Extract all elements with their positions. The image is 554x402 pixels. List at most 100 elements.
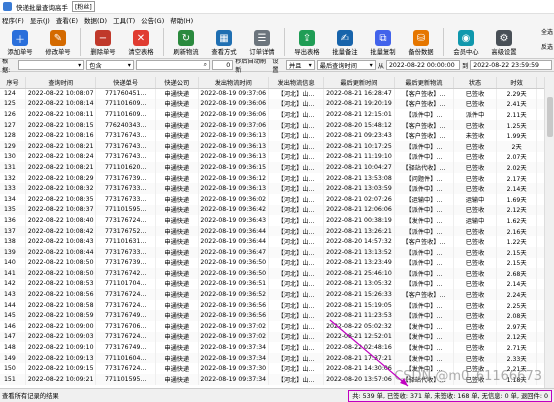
- table-row[interactable]: 137 2022-08-22 10:08:42 773176752... 申通快递 20…: [0, 225, 554, 237]
- toolbar-button-11[interactable]: ◉ 会员中心: [448, 30, 484, 56]
- toolbar-button-2[interactable]: − 删除单号: [85, 30, 121, 56]
- toolbar-button-8[interactable]: ✍ 批量备注: [327, 30, 363, 56]
- column-header[interactable]: 时效: [496, 77, 538, 89]
- column-header[interactable]: 快递公司: [155, 77, 199, 89]
- menu-display[interactable]: 显示(J): [30, 15, 50, 25]
- table-cell: 【驿站代收】...: [394, 162, 455, 173]
- invert-selection-button[interactable]: 反选: [541, 42, 553, 51]
- table-cell: 【派件中】...: [394, 278, 455, 290]
- filter-field-select[interactable]: ▾: [17, 60, 85, 70]
- app-icon: [3, 2, 12, 11]
- table-row[interactable]: 124 2022-08-22 10:08:07 771760451... 申通快递 20…: [0, 88, 554, 99]
- table-row[interactable]: 135 2022-08-22 10:08:37 771101595... 申通快递 20…: [0, 204, 554, 216]
- export-icon: ⇪: [299, 30, 315, 46]
- table-cell: 134: [0, 193, 27, 205]
- time-field-select[interactable]: 最后查询时间 ▾: [316, 60, 376, 70]
- refresh-seconds-input[interactable]: 0: [212, 60, 234, 70]
- table-row[interactable]: 149 2022-08-22 10:09:13 771101604... 申通快递 20…: [0, 352, 554, 364]
- table-cell: 【客户签收】...: [394, 236, 455, 247]
- table-row[interactable]: 148 2022-08-22 10:09:10 773176749... 申通快递 20…: [0, 342, 554, 353]
- toolbar-button-10[interactable]: ⛁ 备份数据: [403, 30, 439, 56]
- chevron-down-icon: ▾: [127, 61, 131, 69]
- menu-notice[interactable]: 公告(G): [141, 15, 164, 25]
- table-row[interactable]: 132 2022-08-22 10:08:29 773176739... 申通快递 20…: [0, 172, 554, 184]
- table-row[interactable]: 140 2022-08-22 10:08:50 773176739... 申通快递 20…: [0, 257, 554, 269]
- table-cell: 2022-08-19 09:36:51: [198, 278, 269, 290]
- table-cell: 2022-08-21 19:20:19: [323, 98, 395, 110]
- table-cell: 126: [0, 109, 27, 120]
- table-row[interactable]: 142 2022-08-22 10:08:53 771101704... 申通快递 20…: [0, 278, 554, 290]
- table-cell: 【河北】山...: [268, 225, 325, 237]
- table-row[interactable]: 128 2022-08-22 10:08:16 773176743... 申通快递 20…: [0, 130, 554, 141]
- table-cell: 2.12天: [496, 331, 538, 343]
- table-cell: 773176733...: [95, 183, 156, 194]
- scrollbar-thumb[interactable]: [547, 97, 553, 137]
- menu-view[interactable]: 查看(E): [56, 15, 78, 25]
- table-row[interactable]: 129 2022-08-22 10:08:21 773176743... 申通快递 20…: [0, 140, 554, 152]
- table-cell: 2022-08-22 10:08:21: [25, 140, 97, 152]
- toolbar-button-5[interactable]: ▦ 查看方式: [206, 30, 242, 56]
- table-row[interactable]: 134 2022-08-22 10:08:35 773176733... 申通快递 20…: [0, 193, 554, 205]
- column-header[interactable]: 最后更新物流: [394, 77, 455, 89]
- logic-select[interactable]: 并且 ▾: [286, 60, 315, 70]
- table-row[interactable]: 136 2022-08-22 10:08:40 773176724... 申通快递 20…: [0, 215, 554, 226]
- table-cell: 【河北】山...: [268, 374, 325, 385]
- table-row[interactable]: 138 2022-08-22 10:08:43 771101631... 申通快递 20…: [0, 236, 554, 247]
- table-cell: 【河北】山...: [268, 215, 325, 226]
- toolbar-button-6[interactable]: ☰ 订单详情: [244, 30, 280, 56]
- date-from-input[interactable]: 2022-08-22 00:00:00: [385, 60, 461, 70]
- column-header[interactable]: 快递单号: [95, 77, 156, 89]
- toolbar-button-9[interactable]: ⧉ 批量复制: [365, 30, 401, 56]
- table-cell: 申通快递: [155, 172, 199, 184]
- table-cell: 144: [0, 299, 27, 311]
- table-row[interactable]: 147 2022-08-22 10:09:03 773176724... 申通快递 20…: [0, 331, 554, 343]
- date-to-input[interactable]: 2022-08-22 23:59:59: [470, 60, 552, 70]
- table-row[interactable]: 141 2022-08-22 10:08:50 773176742... 申通快递 20…: [0, 268, 554, 279]
- menu-tools[interactable]: 工具(T): [113, 15, 135, 25]
- toolbar-button-0[interactable]: ＋ 添加单号: [2, 30, 38, 56]
- member-icon: ◉: [458, 30, 474, 46]
- table-row[interactable]: 126 2022-08-22 10:08:11 771101609... 申通快递 20…: [0, 109, 554, 120]
- search-input[interactable]: ⌕: [135, 60, 211, 70]
- column-header[interactable]: 序号: [0, 77, 27, 89]
- copy-icon: ⧉: [375, 30, 391, 46]
- filter-bar: 根据: ▾ 包含 ▾ ⌕ 0 秒后自动刷新 设置 并且 ▾ 最后查询时间 ▾ 从 20…: [0, 58, 554, 74]
- table-cell: 申通快递: [155, 151, 199, 163]
- menu-help[interactable]: 帮助(H): [170, 15, 193, 25]
- table-cell: 【派件中】...: [394, 151, 455, 163]
- toolbar-button-4[interactable]: ↻ 刷新物流: [168, 30, 204, 56]
- table-row[interactable]: 144 2022-08-22 10:08:58 773176724... 申通快递 20…: [0, 299, 554, 311]
- column-header[interactable]: 发出物流时间: [198, 77, 269, 89]
- toolbar-button-7[interactable]: ⇪ 导出表格: [289, 30, 325, 56]
- column-header[interactable]: 状态: [453, 77, 497, 89]
- table-row[interactable]: 139 2022-08-22 10:08:44 773176733... 申通快递 20…: [0, 246, 554, 258]
- table-cell: 【客户签收】...: [394, 119, 455, 131]
- table-cell: 申通快递: [155, 310, 199, 322]
- table-row[interactable]: 143 2022-08-22 10:08:56 773176724... 申通快递 20…: [0, 289, 554, 300]
- table-row[interactable]: 145 2022-08-22 10:08:59 773176749... 申通快递 20…: [0, 310, 554, 322]
- toolbar-button-12[interactable]: ⚙ 高级设置: [486, 30, 522, 56]
- table-cell: 2022-08-19 09:36:12: [198, 172, 269, 184]
- table-row[interactable]: 133 2022-08-22 10:08:32 773176733... 申通快递 20…: [0, 183, 554, 194]
- menu-data[interactable]: 数据(D): [84, 15, 107, 25]
- table-row[interactable]: 127 2022-08-22 10:08:15 776240343... 申通快递 20…: [0, 119, 554, 131]
- vertical-scrollbar[interactable]: [544, 77, 554, 388]
- table-row[interactable]: 131 2022-08-22 10:08:21 771101620... 申通快递 20…: [0, 162, 554, 173]
- table-row[interactable]: 146 2022-08-22 10:09:00 773176706... 申通快递 20…: [0, 321, 554, 332]
- select-all-button[interactable]: 全选: [541, 27, 553, 36]
- menu-program[interactable]: 程序(F): [2, 15, 24, 25]
- column-header[interactable]: 查询时间: [25, 77, 97, 89]
- table-row[interactable]: 125 2022-08-22 10:08:14 771101609... 申通快递 20…: [0, 98, 554, 110]
- toolbar-button-1[interactable]: ✎ 修改单号: [40, 30, 76, 56]
- results-table[interactable]: 序号 查询时间 快递单号 快递公司 发出物流时间 发出物流信息 最后更新时间 最后更新物流 状态…: [0, 77, 554, 388]
- column-header[interactable]: 发出物流信息: [268, 77, 325, 89]
- filter-mode-select[interactable]: 包含 ▾: [86, 60, 134, 70]
- delete-doc-icon: −: [95, 30, 111, 46]
- table-cell: 【派件中】...: [394, 268, 455, 279]
- table-cell: 131: [0, 162, 27, 173]
- table-cell: 771101620...: [95, 162, 156, 173]
- table-row[interactable]: 130 2022-08-22 10:08:24 773176743... 申通快递 20…: [0, 151, 554, 163]
- summary-counts: 共: 539 单, 已签收: 371 单, 未签收: 168 单, 无信息: 0…: [348, 389, 552, 402]
- toolbar-button-3[interactable]: ✕ 清空表格: [123, 30, 159, 56]
- column-header[interactable]: 最后更新时间: [323, 77, 395, 89]
